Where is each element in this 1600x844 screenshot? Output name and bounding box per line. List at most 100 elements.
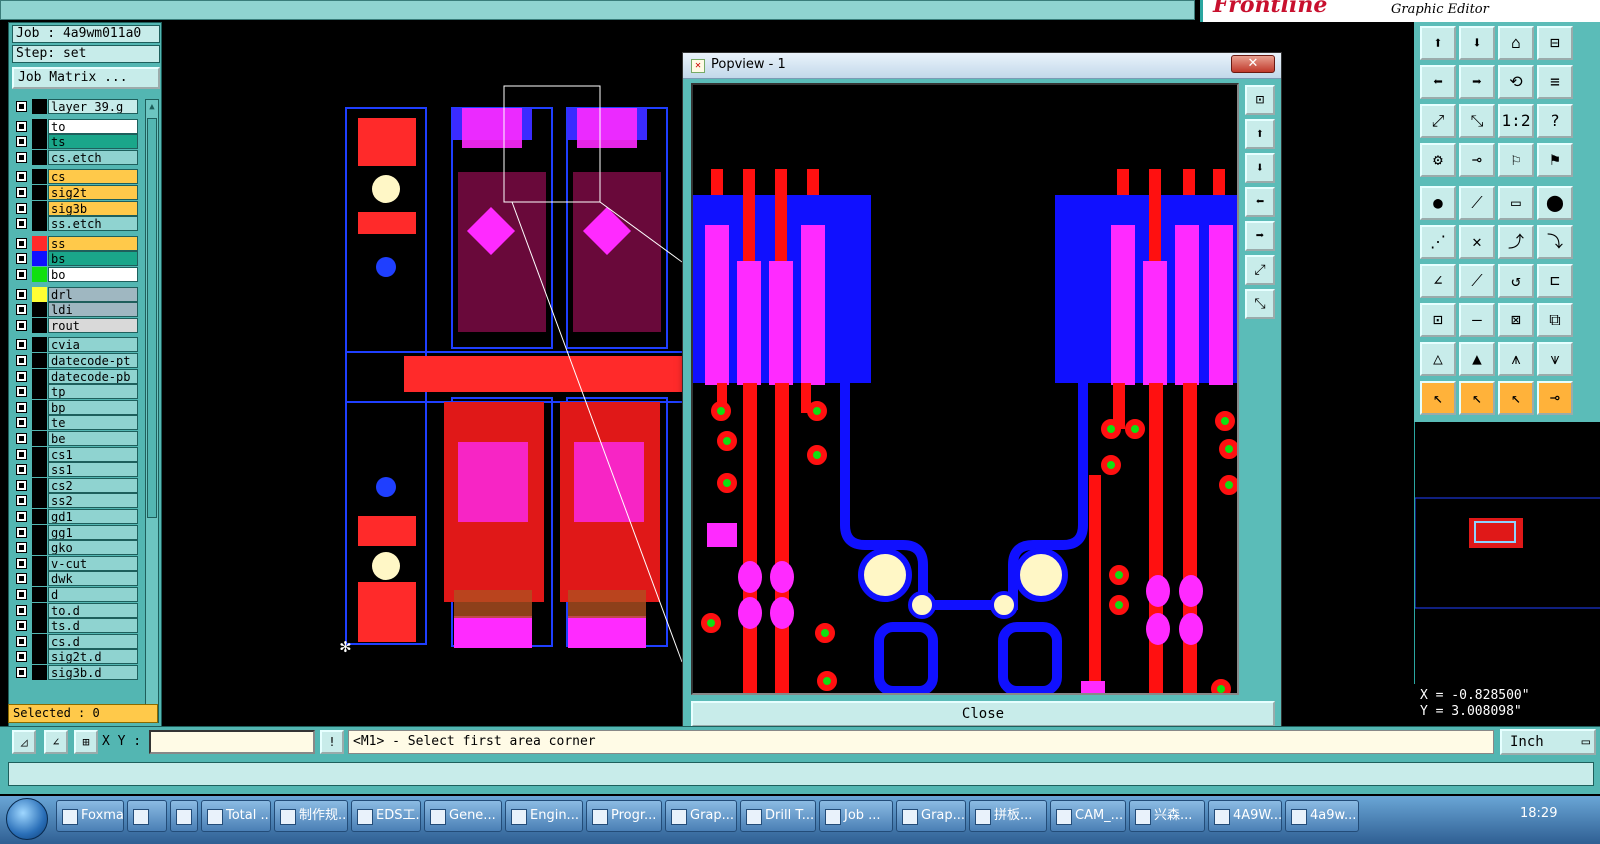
- layer-checkbox[interactable]: [16, 288, 27, 300]
- angle-icon[interactable]: ∠: [1420, 264, 1456, 298]
- layer-name[interactable]: cs2: [48, 477, 138, 493]
- layer-row[interactable]: bo: [12, 267, 140, 282]
- layer-row[interactable]: datecode-pt: [12, 353, 140, 368]
- layer-checkbox[interactable]: [16, 667, 27, 678]
- layer-color-swatch[interactable]: [32, 200, 47, 216]
- layer-name[interactable]: ldi: [48, 302, 138, 318]
- bracket-icon[interactable]: ⊏: [1537, 264, 1573, 298]
- scroll-thumb[interactable]: [147, 118, 157, 518]
- layer-row[interactable]: datecode-pb: [12, 368, 140, 384]
- layer-row[interactable]: ss2: [12, 493, 140, 509]
- layer-color-swatch[interactable]: [32, 633, 47, 649]
- slope-icon[interactable]: ⟋: [1459, 264, 1495, 298]
- ruler-icon[interactable]: ▭: [1498, 186, 1534, 220]
- layer-checkbox[interactable]: [16, 604, 27, 616]
- layer-row[interactable]: to.d: [12, 602, 140, 618]
- frame-icon[interactable]: ⊠: [1498, 303, 1534, 337]
- layer-up-icon[interactable]: ⬆: [1420, 26, 1456, 60]
- layer-checkbox[interactable]: [16, 253, 27, 265]
- menu-bar[interactable]: [0, 0, 1195, 20]
- layer-color-swatch[interactable]: [32, 251, 47, 267]
- arc-icon[interactable]: ⩚: [1498, 342, 1534, 376]
- layer-checkbox[interactable]: [16, 479, 27, 491]
- layer-color-swatch[interactable]: [32, 665, 47, 680]
- probe-icon[interactable]: ⊸: [1459, 143, 1495, 177]
- layer-name[interactable]: ss2: [48, 493, 138, 509]
- layer-name[interactable]: sig2t.d: [48, 649, 138, 665]
- layer-color-swatch[interactable]: [32, 602, 47, 618]
- arc-alt-icon[interactable]: ⩛: [1537, 342, 1573, 376]
- panel-icon[interactable]: ⊟: [1537, 26, 1573, 60]
- connect-icon[interactable]: ⋰: [1420, 225, 1456, 259]
- layer-row[interactable]: to: [12, 118, 140, 134]
- layer-checkbox[interactable]: [16, 171, 27, 183]
- layer-name[interactable]: layer_39.g: [48, 99, 138, 114]
- layer-checkbox[interactable]: [16, 187, 27, 198]
- layer-checkbox[interactable]: [16, 151, 27, 163]
- layer-row[interactable]: ss: [12, 235, 140, 251]
- layer-color-swatch[interactable]: [32, 415, 47, 431]
- pan-left-icon[interactable]: ⬅: [1420, 65, 1456, 99]
- triangle-icon[interactable]: △: [1420, 342, 1456, 376]
- layer-row[interactable]: bs: [12, 251, 140, 267]
- layer-row[interactable]: cvia: [12, 337, 140, 353]
- layer-checkbox[interactable]: [16, 319, 27, 331]
- layer-color-swatch[interactable]: [32, 384, 47, 400]
- layer-checkbox[interactable]: [16, 101, 27, 112]
- layer-name[interactable]: gg1: [48, 524, 138, 540]
- delete-icon[interactable]: ✕: [1459, 225, 1495, 259]
- line-icon[interactable]: ⟋: [1459, 186, 1495, 220]
- layer-name[interactable]: bs: [48, 251, 138, 267]
- taskbar-item[interactable]: 4a9w...: [1285, 800, 1359, 832]
- layer-color-swatch[interactable]: [32, 587, 47, 602]
- layer-row[interactable]: ts: [12, 134, 140, 150]
- layer-color-swatch[interactable]: [32, 555, 47, 571]
- layer-checkbox[interactable]: [16, 370, 27, 382]
- layer-color-swatch[interactable]: [32, 446, 47, 462]
- select-icon[interactable]: ↖: [1420, 381, 1456, 415]
- flag-alt-icon[interactable]: ⚑: [1537, 143, 1573, 177]
- layer-checkbox[interactable]: [16, 202, 27, 214]
- job-matrix-button[interactable]: Job Matrix ...: [12, 67, 160, 89]
- layer-name[interactable]: sig3b.d: [48, 665, 138, 680]
- layer-name[interactable]: cs1: [48, 446, 138, 462]
- layer-color-swatch[interactable]: [32, 149, 47, 165]
- layer-checkbox[interactable]: [16, 495, 27, 507]
- layer-checkbox[interactable]: [16, 589, 27, 600]
- flag-icon[interactable]: ⚐: [1498, 143, 1534, 177]
- taskbar-item[interactable]: 制作规...: [274, 800, 348, 832]
- layer-color-swatch[interactable]: [32, 649, 47, 665]
- zoom-fit-icon[interactable]: ⤢: [1420, 104, 1456, 138]
- move-down-icon[interactable]: ⤵: [1537, 225, 1573, 259]
- popview-zoom-out-icon[interactable]: ⤡: [1245, 289, 1275, 319]
- layer-name[interactable]: to.d: [48, 602, 138, 618]
- layer-color-swatch[interactable]: [32, 267, 47, 282]
- taskbar-item[interactable]: Gene...: [424, 800, 502, 832]
- pad-icon[interactable]: ●: [1420, 186, 1456, 220]
- layer-row[interactable]: d: [12, 587, 140, 602]
- layer-row[interactable]: ldi: [12, 302, 140, 318]
- layer-checkbox[interactable]: [16, 386, 27, 398]
- layer-name[interactable]: datecode-pt: [48, 353, 138, 368]
- home-icon[interactable]: ⌂: [1498, 26, 1534, 60]
- layer-row[interactable]: bp: [12, 399, 140, 415]
- popview-zoom-fit-icon[interactable]: ⊡: [1245, 85, 1275, 115]
- layer-row[interactable]: gg1: [12, 524, 140, 540]
- layer-color-swatch[interactable]: [32, 118, 47, 134]
- layer-color-swatch[interactable]: [32, 399, 47, 415]
- snap-icon[interactable]: ◿: [12, 730, 36, 754]
- layer-row[interactable]: rout: [12, 317, 140, 333]
- popview-close-button[interactable]: Close: [691, 701, 1275, 727]
- taskbar-item[interactable]: [127, 800, 167, 832]
- layer-color-swatch[interactable]: [32, 462, 47, 478]
- zoom-out-icon[interactable]: ⤡: [1459, 104, 1495, 138]
- layer-color-swatch[interactable]: [32, 317, 47, 333]
- layer-name[interactable]: sig3b: [48, 200, 138, 216]
- layer-color-swatch[interactable]: [32, 509, 47, 524]
- layer-checkbox[interactable]: [16, 269, 27, 280]
- taskbar-item[interactable]: Grap...: [896, 800, 966, 832]
- layer-name[interactable]: be: [48, 431, 138, 446]
- layer-name[interactable]: te: [48, 415, 138, 431]
- layer-name[interactable]: cs: [48, 169, 138, 185]
- layer-scrollbar[interactable]: ▲ ▼: [145, 99, 159, 723]
